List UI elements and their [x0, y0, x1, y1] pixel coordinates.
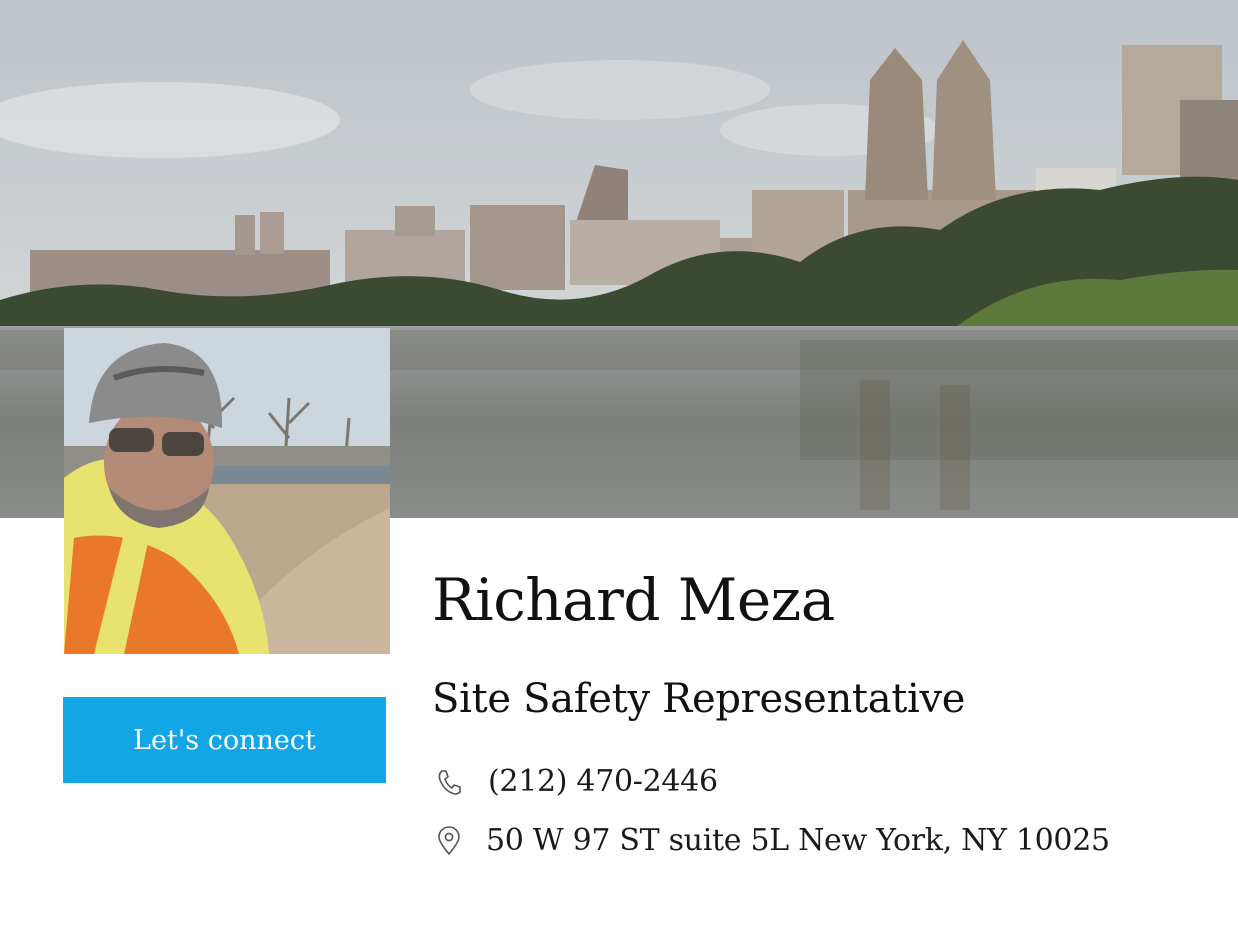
map-pin-icon [436, 824, 462, 858]
profile-photo [64, 328, 390, 654]
avatar [64, 328, 390, 654]
address-text: 50 W 97 ST suite 5L New York, NY 10025 [486, 823, 1110, 858]
phone-icon [436, 765, 462, 799]
phone-number[interactable]: (212) 470-2446 [488, 764, 718, 799]
lets-connect-button[interactable]: Let's connect [63, 697, 386, 783]
phone-row[interactable]: (212) 470-2446 [436, 764, 718, 799]
profile-name: Richard Meza [432, 566, 835, 634]
address-row: 50 W 97 ST suite 5L New York, NY 10025 [436, 823, 1110, 858]
profile-title: Site Safety Representative [432, 676, 966, 722]
